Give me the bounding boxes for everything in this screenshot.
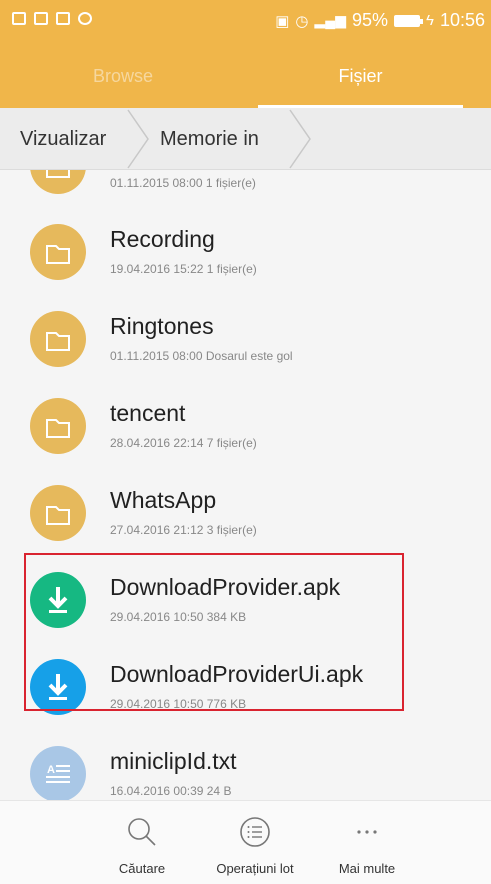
breadcrumb-separator-icon: [289, 109, 311, 169]
breadcrumb: Vizualizar Memorie in: [0, 108, 491, 170]
file-name: Ringtones: [110, 313, 214, 339]
more-dots-icon: [357, 830, 377, 834]
gallery-notification-icon: [12, 12, 26, 25]
tab-fisier[interactable]: Fișier: [258, 44, 463, 108]
list-item[interactable]: WhatsApp 27.04.2016 21:12 3 fișier(e): [0, 469, 491, 556]
file-name: tencent: [110, 400, 186, 426]
folder-icon: [30, 170, 86, 194]
battery-icon: [394, 14, 423, 27]
text-file-icon: A: [30, 746, 86, 800]
signal-icon: ▂▄▆: [314, 12, 346, 28]
folder-icon: [30, 224, 86, 280]
file-meta: 19.04.2016 15:22 1 fișier(e): [110, 262, 257, 276]
file-meta: 01.11.2015 08:00 Dosarul este gol: [110, 349, 293, 363]
breadcrumb-separator-icon: [127, 109, 149, 169]
download-notification-icon: [34, 12, 48, 25]
file-name: Recording: [110, 226, 215, 252]
list-item[interactable]: tencent 28.04.2016 22:14 7 fișier(e): [0, 382, 491, 469]
list-item[interactable]: A miniclipId.txt 16.04.2016 00:39 24 B: [0, 730, 491, 800]
bottom-toolbar: Căutare Operațiuni lot Mai multe: [0, 800, 491, 884]
list-item[interactable]: Recording 19.04.2016 15:22 1 fișier(e): [0, 208, 491, 295]
list-item[interactable]: 01.11.2015 08:00 1 fișier(e): [0, 170, 491, 209]
list-item[interactable]: Ringtones 01.11.2015 08:00 Dosarul este …: [0, 295, 491, 382]
charging-icon: ϟ: [426, 12, 434, 29]
svg-text:A: A: [47, 764, 55, 776]
notification-icons: [12, 12, 92, 25]
battery-percent: 95%: [351, 10, 388, 30]
breadcrumb-item-view[interactable]: Vizualizar: [20, 108, 120, 170]
file-meta: 16.04.2016 00:39 24 B: [110, 784, 232, 798]
more-button[interactable]: Mai multe: [297, 801, 437, 884]
checklist-icon: [240, 817, 270, 847]
vibrate-icon: ▣: [275, 12, 290, 30]
alarm-icon: ◷: [295, 12, 309, 30]
file-meta: 28.04.2016 22:14 7 fișier(e): [110, 436, 257, 450]
file-meta: 27.04.2016 21:12 3 fișier(e): [110, 523, 257, 537]
folder-icon: [30, 398, 86, 454]
folder-icon: [30, 311, 86, 367]
search-icon: [128, 818, 156, 846]
record-notification-icon: [78, 12, 92, 25]
breadcrumb-item-internal-memory[interactable]: Memorie in: [160, 108, 290, 170]
file-name: miniclipId.txt: [110, 748, 237, 774]
folder-icon: [30, 485, 86, 541]
file-meta: 01.11.2015 08:00 1 fișier(e): [110, 176, 256, 190]
file-name: WhatsApp: [110, 487, 217, 513]
tab-browse[interactable]: Browse: [0, 44, 246, 108]
highlight-box: [24, 553, 404, 711]
status-bar: ▣ ◷ ▂▄▆ 95% ϟ 10:56: [0, 0, 491, 44]
more-label: Mai multe: [338, 861, 396, 876]
tab-bar: Browse Fișier: [0, 44, 491, 108]
clock: 10:56: [439, 10, 485, 30]
mail-notification-icon: [56, 12, 70, 25]
status-indicators: ▣ ◷ ▂▄▆ 95% ϟ 10:56: [275, 10, 485, 31]
